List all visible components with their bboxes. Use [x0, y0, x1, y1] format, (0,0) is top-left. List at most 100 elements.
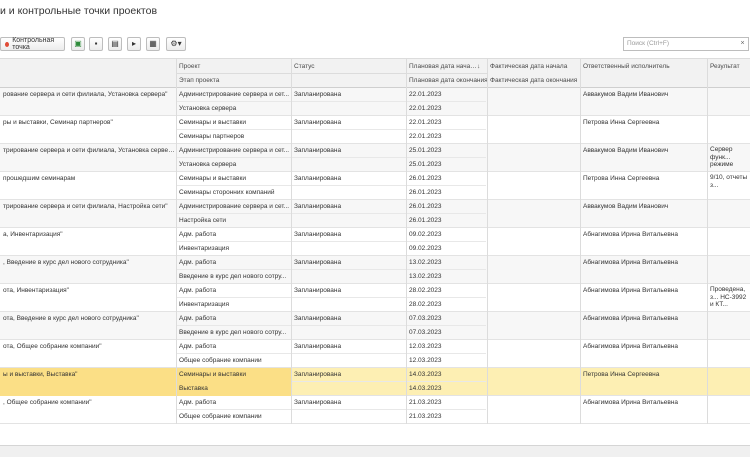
column-responsible[interactable]: Ответственный исполнитель — [580, 60, 707, 74]
row-name: трирование сервера и сети филиала, Устан… — [3, 147, 176, 154]
column-fact-start[interactable]: Фактическая дата начала — [487, 60, 580, 74]
row-fact-end — [487, 102, 580, 116]
row-responsible: Абнагимова Ирина Витальевна — [583, 343, 679, 350]
table-row[interactable]: ы и выставки, Выставка" Семинары и выстав… — [0, 368, 750, 396]
row-status: Запланирована — [294, 315, 342, 322]
row-status: Запланирована — [294, 119, 342, 126]
control-point-label: Контрольная точка — [12, 37, 55, 51]
row-fact-start — [487, 256, 580, 270]
search-input[interactable]: Поиск (Ctrl+F) — [623, 37, 738, 51]
row-result — [707, 340, 750, 368]
row-fact-end — [487, 158, 580, 172]
row-plan-end: 28.02.2023 — [409, 301, 442, 308]
save-button[interactable]: ▪ — [89, 37, 103, 51]
row-fact-end — [487, 354, 580, 368]
row-responsible: Абнагимова Ирина Витальевна — [583, 259, 679, 266]
run-button[interactable]: ▸ — [127, 37, 141, 51]
row-status: Запланирована — [294, 371, 342, 378]
row-result: 9/10, отчеты з... — [710, 174, 748, 189]
row-responsible: Абнагимова Ирина Витальевна — [583, 287, 679, 294]
table-row[interactable]: трирование сервера и сети филиала, Настр… — [0, 200, 750, 228]
report-button[interactable]: ▦ — [146, 37, 160, 51]
table-row[interactable]: ота, Введение в курс дел нового сотрудни… — [0, 312, 750, 340]
column-project[interactable]: Проект — [176, 60, 291, 74]
column-stage[interactable]: Этап проекта — [176, 74, 291, 88]
row-fact-end — [487, 298, 580, 312]
column-divider — [176, 88, 177, 424]
row-result — [707, 116, 750, 144]
row-result — [707, 228, 750, 256]
column-plan-start[interactable]: Плановая дата начала ↓ — [406, 60, 487, 74]
row-project: Администрирование сервера и сет... — [179, 147, 290, 154]
row-result — [707, 368, 750, 396]
row-stage: Выставка — [176, 382, 291, 396]
row-fact-end — [487, 214, 580, 228]
table-row[interactable]: ры и выставки, Семинар партнеров" Семинар… — [0, 116, 750, 144]
row-project: Адм. работа — [179, 343, 217, 350]
row-fact-start — [487, 284, 580, 298]
row-plan-start: 25.01.2023 — [409, 147, 442, 154]
status-bar — [0, 445, 750, 457]
row-fact-end — [487, 186, 580, 200]
row-result — [707, 312, 750, 340]
row-plan-start: 22.01.2023 — [409, 119, 442, 126]
play-icon: ▸ — [131, 39, 136, 48]
row-project: Адм. работа — [179, 315, 217, 322]
row-stage: Установка сервера — [179, 161, 237, 168]
table-row[interactable]: ота, Инвентаризация" Адм. работа Инвентари… — [0, 284, 750, 312]
row-project: Адм. работа — [179, 231, 217, 238]
row-fact-start — [487, 368, 580, 382]
row-plan-end: 07.03.2023 — [409, 329, 442, 336]
column-divider — [406, 88, 407, 424]
table-row[interactable]: прошедшим семинарам Семинары и выставки Се… — [0, 172, 750, 200]
table-row[interactable]: а, Инвентаризация" Адм. работа Инвентариза… — [0, 228, 750, 256]
row-status: Запланирована — [294, 91, 342, 98]
excel-export-button[interactable]: ▣ — [71, 37, 85, 51]
row-status: Запланирована — [294, 399, 342, 406]
more-menu-button[interactable]: ⚙▾ — [166, 37, 186, 51]
row-result — [707, 88, 750, 116]
row-name: а, Инвентаризация" — [3, 231, 63, 238]
row-project: Семинары и выставки — [176, 368, 291, 382]
table-row[interactable]: , Общее собрание компании" Адм. работа Общ… — [0, 396, 750, 424]
search-clear-button[interactable]: × — [737, 37, 749, 51]
table-row[interactable]: , Введение в курс дел нового сотрудника"… — [0, 256, 750, 284]
column-divider — [707, 88, 708, 424]
column-result[interactable]: Результат — [707, 60, 750, 74]
row-name: ы и выставки, Выставка" — [0, 368, 176, 396]
row-fact-start — [487, 144, 580, 158]
delete-button[interactable]: ▤ — [108, 37, 122, 51]
row-project: Адм. работа — [179, 259, 217, 266]
table-row[interactable]: ота, Общее собрание компании" Адм. работа… — [0, 340, 750, 368]
row-fact-start — [487, 312, 580, 326]
row-plan-end: 22.01.2023 — [409, 133, 442, 140]
column-plan-end[interactable]: Плановая дата окончания — [406, 74, 487, 88]
table-row[interactable]: трирование сервера и сети филиала, Устан… — [0, 144, 750, 172]
milestones-table: Проект Этап проекта Статус Плановая дата… — [0, 58, 750, 424]
row-stage: Настройка сети — [179, 217, 227, 224]
table-row[interactable]: рование сервера и сети филиала, Установк… — [0, 88, 750, 116]
row-name: ота, Инвентаризация" — [3, 287, 69, 294]
row-project: Адм. работа — [179, 287, 217, 294]
row-project: Адм. работа — [179, 399, 217, 406]
toolbar: Контрольная точка ▣ ▪ ▤ ▸ ▦ ⚙▾ Поиск (Ct… — [0, 36, 750, 54]
row-status: Запланирована — [294, 287, 342, 294]
row-plan-start: 12.03.2023 — [409, 343, 442, 350]
control-point-button[interactable]: Контрольная точка — [0, 37, 65, 51]
row-stage: Установка сервера — [179, 105, 237, 112]
trash-icon: ▤ — [111, 39, 119, 48]
column-status[interactable]: Статус — [291, 60, 406, 74]
row-status: Запланирована — [294, 259, 342, 266]
row-responsible: Петрова Инна Сергеевна — [583, 119, 660, 126]
row-plan-start: 13.02.2023 — [409, 259, 442, 266]
row-status: Запланирована — [294, 343, 342, 350]
row-responsible: Абнагимова Ирина Витальевна — [583, 399, 679, 406]
row-result — [707, 396, 750, 424]
column-fact-end[interactable]: Фактическая дата окончания — [487, 74, 580, 88]
row-result — [707, 200, 750, 228]
column-divider — [487, 88, 488, 424]
row-stage: Введение в курс дел нового сотру... — [179, 329, 287, 336]
row-stage: Инвентаризация — [179, 245, 230, 252]
row-plan-start: 07.03.2023 — [409, 315, 442, 322]
row-plan-end: 13.02.2023 — [409, 273, 442, 280]
